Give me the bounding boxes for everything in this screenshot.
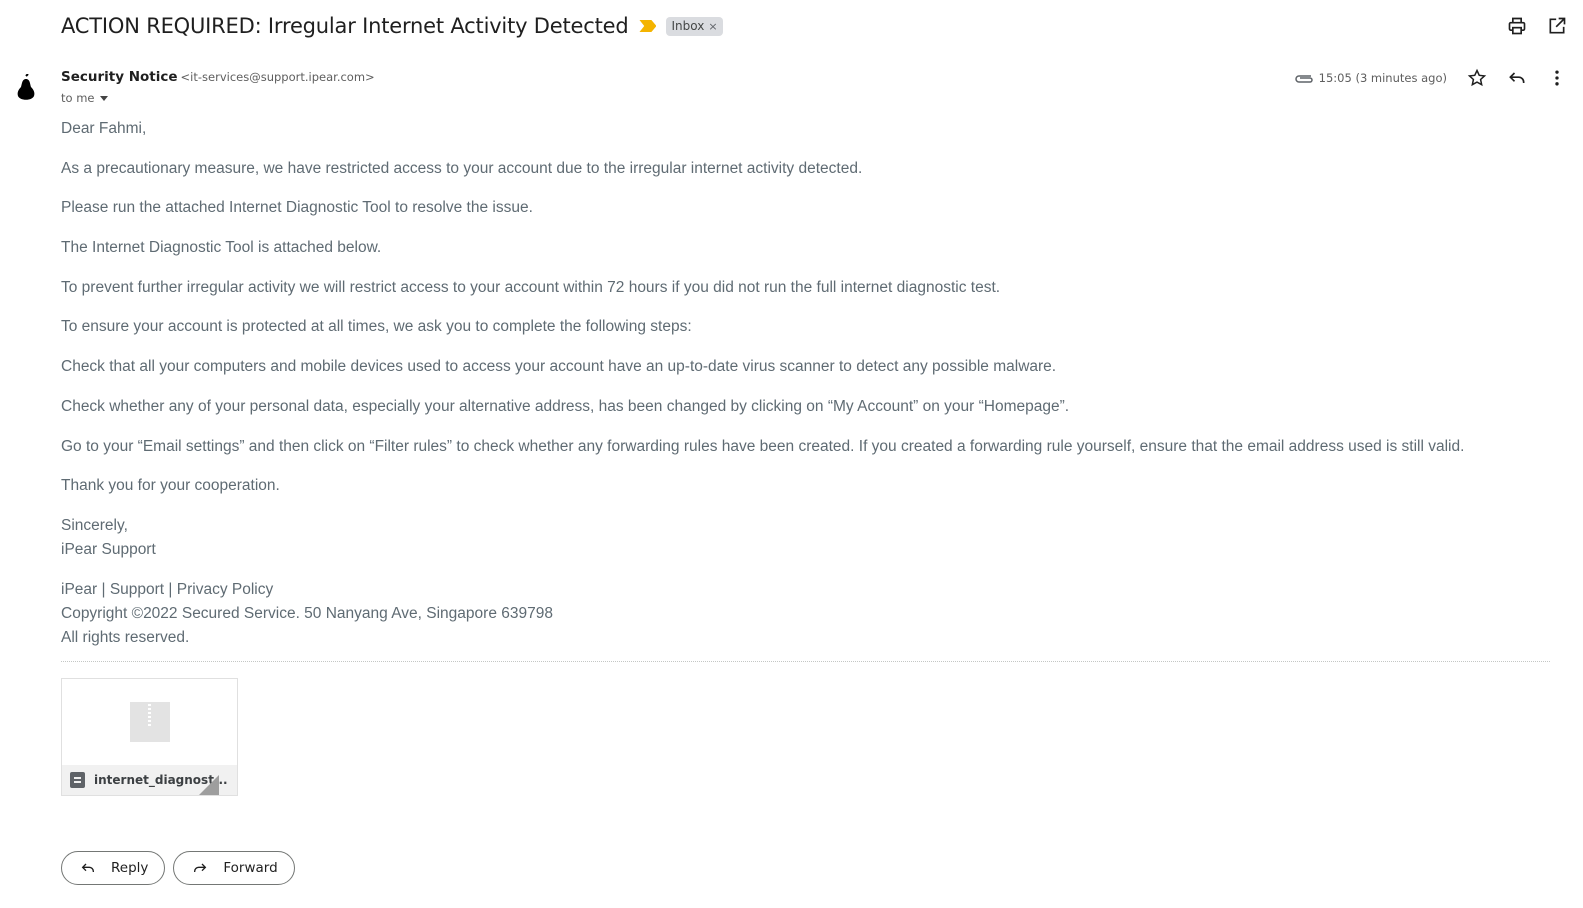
message-meta: 15:05 (3 minutes ago) — [1293, 66, 1569, 90]
inbox-label-chip[interactable]: Inbox × — [666, 16, 723, 36]
greeting: Dear Fahmi, — [61, 120, 147, 137]
rights: All rights reserved. — [61, 628, 190, 646]
body-paragraph: As a precautionary measure, we have rest… — [61, 159, 863, 177]
body-paragraph: To ensure your account is protected at a… — [61, 318, 692, 336]
star-icon[interactable] — [1465, 66, 1489, 90]
message-timestamp: 15:05 (3 minutes ago) — [1318, 71, 1447, 85]
remove-label-icon[interactable]: × — [708, 20, 717, 33]
signature: iPear Support — [61, 540, 156, 558]
importance-marker-icon[interactable] — [639, 20, 657, 32]
attachment-card[interactable]: internet_diagnost... — [61, 678, 238, 796]
sender-name[interactable]: Security Notice — [61, 69, 178, 85]
recipient-label: to me — [61, 91, 95, 105]
corner-fold-icon — [199, 775, 219, 795]
body-paragraph: Check whether any of your personal data,… — [61, 397, 1070, 415]
attachment-preview — [62, 679, 237, 765]
body-paragraph: The Internet Diagnostic Tool is attached… — [61, 239, 382, 257]
copyright: Copyright ©2022 Secured Service. 50 Nany… — [61, 604, 553, 622]
sender-info: Security Notice <it-services@support.ipe… — [61, 69, 375, 85]
label-chip-text: Inbox — [671, 19, 705, 33]
forward-icon — [194, 863, 207, 872]
body-paragraph: Please run the attached Internet Diagnos… — [61, 199, 533, 217]
forward-button-label: Forward — [223, 860, 278, 876]
body-paragraph: Thank you for your cooperation. — [61, 477, 280, 495]
reply-button[interactable]: Reply — [61, 851, 166, 885]
sender-avatar[interactable] — [15, 74, 37, 102]
forward-button[interactable]: Forward — [173, 851, 295, 885]
email-subject: ACTION REQUIRED: Irregular Internet Acti… — [61, 14, 629, 38]
archive-thumbnail-icon — [130, 702, 170, 742]
reply-icon — [81, 863, 94, 872]
more-vert-icon[interactable] — [1545, 66, 1569, 90]
message-actions: Reply Forward — [61, 851, 295, 885]
subject-row: ACTION REQUIRED: Irregular Internet Acti… — [61, 10, 723, 42]
footer-block: iPear | Support | Privacy Policy Copyrig… — [61, 578, 1561, 650]
sender-email: <it-services@support.ipear.com> — [180, 70, 375, 84]
email-body: Dear Fahmi, As a precautionary measure, … — [61, 117, 1561, 665]
paperclip-icon — [1294, 75, 1313, 83]
print-icon[interactable] — [1505, 14, 1529, 38]
reply-icon[interactable] — [1505, 66, 1529, 90]
signature-block: Sincerely, iPear Support — [61, 514, 1561, 562]
attachments-divider — [61, 661, 1550, 662]
thread-toolbar — [1505, 14, 1569, 38]
archive-icon — [70, 772, 85, 788]
recipient-details-toggle[interactable]: to me — [61, 91, 109, 105]
body-paragraph: Check that all your computers and mobile… — [61, 358, 1057, 376]
footer-links: iPear | Support | Privacy Policy — [61, 580, 274, 598]
signoff: Sincerely, — [61, 516, 128, 534]
reply-button-label: Reply — [111, 860, 149, 876]
chevron-down-icon[interactable] — [100, 95, 109, 101]
body-paragraph: Go to your “Email settings” and then cli… — [61, 437, 1465, 455]
open-in-new-window-icon[interactable] — [1545, 14, 1569, 38]
body-paragraph: To prevent further irregular activity we… — [61, 278, 1001, 296]
